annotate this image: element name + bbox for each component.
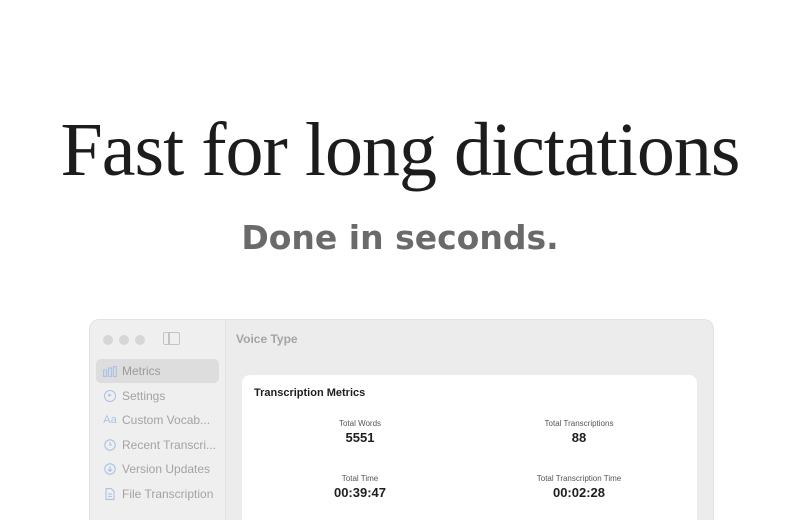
- metric-value: 88: [571, 430, 587, 445]
- settings-icon: ▸: [103, 389, 117, 403]
- sidebar-item-settings[interactable]: ▸ Settings: [96, 384, 219, 408]
- sidebar-item-custom-vocabulary[interactable]: Aa Custom Vocab...: [96, 408, 219, 432]
- metric-label: Total Time: [341, 474, 379, 483]
- metric-label: Total Words: [338, 419, 382, 428]
- metric-total-time: Total Time 00:39:47: [260, 474, 460, 500]
- metric-total-transcription-time: Total Transcription Time 00:02:28: [479, 474, 679, 500]
- metrics-card: Transcription Metrics Total Words 5551 T…: [242, 375, 697, 520]
- sidebar-item-label: Custom Vocab...: [122, 413, 211, 427]
- window-title: Voice Type: [236, 332, 298, 346]
- metric-total-words: Total Words 5551: [260, 419, 460, 445]
- sidebar-toggle-icon[interactable]: [163, 332, 180, 345]
- app-window: Metrics ▸ Settings Aa Custom Vocab... Re…: [89, 319, 714, 520]
- close-window-button[interactable]: [103, 335, 113, 345]
- sidebar-item-metrics[interactable]: Metrics: [96, 359, 219, 383]
- minimize-window-button[interactable]: [119, 335, 129, 345]
- sidebar-item-file-transcription[interactable]: File Transcription: [96, 482, 219, 506]
- hero-subhead: Done in seconds.: [241, 218, 559, 257]
- bar-chart-icon: [103, 364, 117, 378]
- metric-value: 5551: [345, 430, 375, 445]
- sidebar-item-label: Settings: [122, 388, 166, 403]
- sidebar-item-label: Metrics: [122, 364, 161, 378]
- metric-label: Total Transcription Time: [536, 474, 622, 483]
- text-aa-icon: Aa: [103, 414, 117, 426]
- metric-label: Total Transcriptions: [544, 419, 614, 428]
- sidebar-nav: Metrics ▸ Settings Aa Custom Vocab... Re…: [96, 359, 219, 506]
- download-icon: [103, 462, 117, 476]
- sidebar: Metrics ▸ Settings Aa Custom Vocab... Re…: [90, 320, 226, 520]
- metric-value: 00:39:47: [333, 485, 387, 500]
- sidebar-item-label: Recent Transcri...: [122, 437, 217, 452]
- clock-icon: [103, 438, 117, 452]
- sidebar-item-label: Version Updates: [122, 462, 211, 476]
- hero-headline: Fast for long dictations: [60, 108, 741, 192]
- metric-total-transcriptions: Total Transcriptions 88: [479, 419, 679, 445]
- card-title: Transcription Metrics: [254, 387, 366, 399]
- metric-value: 00:02:28: [552, 485, 606, 500]
- document-icon: [103, 487, 117, 501]
- sidebar-item-recent-transcriptions[interactable]: Recent Transcri...: [96, 433, 219, 457]
- zoom-window-button[interactable]: [135, 335, 145, 345]
- window-controls: [103, 335, 145, 345]
- sidebar-item-label: File Transcription: [122, 486, 214, 501]
- sidebar-item-version-updates[interactable]: Version Updates: [96, 457, 219, 481]
